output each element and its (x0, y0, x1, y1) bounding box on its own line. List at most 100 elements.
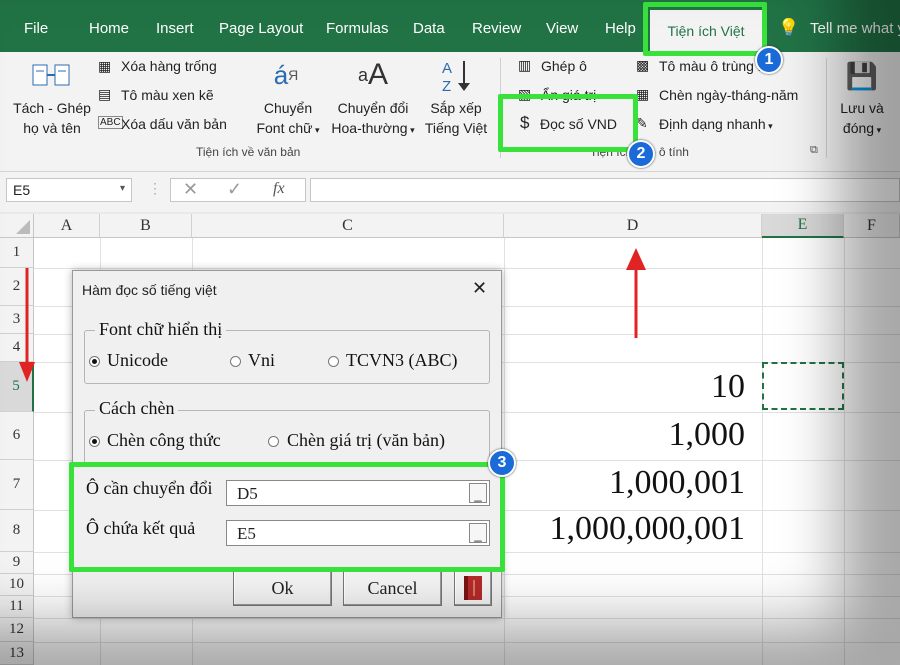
dinh-dang-button[interactable]: Định dạng nhanh ▾ (659, 116, 773, 132)
step-badge-1: 1 (755, 46, 783, 74)
insert-group-label: Cách chèn (95, 398, 179, 419)
chuyen-doi-button[interactable]: Chuyển đổi Hoa-thường ▾ (326, 98, 420, 140)
font-convert-icon: áЯ (273, 59, 299, 90)
radio-chen-gia-tri-label: Chèn giá trị (văn bản) (287, 430, 445, 450)
chuyen-font-label-1: Chuyển (263, 100, 313, 116)
radio-tcvn3-label: TCVN3 (ABC) (346, 350, 458, 370)
name-box-value: E5 (13, 182, 31, 198)
tach-ghep-button[interactable]: Tách - Ghép họ và tên (8, 98, 96, 138)
svg-text:Z: Z (442, 78, 451, 93)
sap-xep-label-1: Sắp xếp (430, 100, 482, 116)
name-box[interactable]: E5 ▾ (6, 178, 132, 202)
tab-formulas[interactable]: Formulas (326, 20, 389, 37)
close-icon[interactable]: ✕ (472, 278, 487, 299)
row-header[interactable]: 11 (0, 596, 34, 618)
table-icon: ▦ (98, 58, 112, 74)
sap-xep-button[interactable]: Sắp xếp Tiếng Việt (420, 98, 492, 138)
cancel-button[interactable]: Cancel (343, 570, 442, 606)
radio-tcvn3[interactable] (328, 356, 339, 367)
gridline (34, 642, 900, 643)
column-header-e[interactable]: E (762, 214, 844, 238)
row-header[interactable]: 8 (0, 510, 34, 552)
row-header[interactable]: 6 (0, 412, 34, 460)
case-convert-icon: aA (357, 58, 389, 91)
row-header[interactable]: 7 (0, 460, 34, 510)
drag-handle-icon[interactable]: ⋮ (148, 180, 162, 197)
xoa-dau-button[interactable]: Xóa dấu văn bản (121, 116, 227, 132)
chuyen-doi-label-1: Chuyển đổi (337, 100, 409, 116)
dropdown-arrow-icon: ▾ (874, 125, 882, 135)
cell-d5[interactable]: 10 (711, 368, 745, 406)
radio-unicode-label: Unicode (107, 350, 168, 370)
chuyen-font-button[interactable]: Chuyển Font chữ ▾ (250, 98, 326, 140)
column-header-b[interactable]: B (100, 214, 192, 238)
chuyen-font-label-2: Font chữ (256, 120, 313, 136)
dropdown-arrow-icon[interactable]: ▾ (120, 183, 125, 194)
tab-insert[interactable]: Insert (156, 20, 194, 37)
row-header[interactable]: 10 (0, 574, 34, 596)
row-header[interactable]: 9 (0, 552, 34, 574)
column-header-c[interactable]: C (192, 214, 504, 238)
lightbulb-icon: 💡 (778, 18, 800, 37)
ghep-o-button[interactable]: Ghép ô (541, 58, 587, 74)
chen-ngay-button[interactable]: Chèn ngày-tháng-năm (659, 87, 798, 103)
dialog-launcher-icon[interactable]: ⧉ (810, 144, 818, 157)
chuyen-doi-label-2: Hoa-thường (331, 120, 408, 136)
sap-xep-label-2: Tiếng Việt (424, 120, 488, 136)
luu-va-label-1: Lưu và (840, 100, 884, 116)
formula-buttons: ✕ ✓ fx (170, 178, 306, 202)
tab-view[interactable]: View (546, 20, 578, 37)
row-header[interactable]: 12 (0, 618, 34, 642)
formula-input[interactable] (310, 178, 900, 202)
svg-text:A: A (442, 60, 452, 77)
tell-me-search[interactable]: Tell me what y (810, 20, 900, 37)
step-badge-3: 3 (488, 449, 516, 477)
luu-va-dong-button[interactable]: Lưu và đóng ▾ (832, 98, 892, 140)
merge-icon: ▥ (518, 57, 532, 73)
select-all-corner[interactable] (0, 214, 34, 238)
highlight-inputs (69, 462, 505, 572)
abc-icon: ABC (98, 116, 123, 129)
fx-icon[interactable]: fx (273, 180, 285, 198)
tab-file[interactable]: File (24, 20, 48, 37)
highlight-doc-so (498, 94, 638, 152)
cell-e5-selected[interactable] (762, 362, 844, 410)
tab-home[interactable]: Home (89, 20, 129, 37)
radio-chen-cong-thuc[interactable] (89, 436, 100, 447)
dropdown-arrow-icon: ▾ (765, 121, 773, 131)
dropdown-arrow-icon: ▾ (312, 125, 320, 135)
radio-vni[interactable] (230, 356, 241, 367)
gridline (762, 238, 763, 665)
radio-vni-label: Vni (248, 350, 275, 370)
ok-button[interactable]: Ok (233, 570, 332, 606)
cell-d7[interactable]: 1,000,001 (609, 464, 745, 502)
red-arrow-up (626, 248, 646, 338)
cell-d6[interactable]: 1,000 (669, 416, 746, 454)
help-book-button[interactable] (454, 570, 492, 606)
highlight-tab (643, 2, 767, 56)
tab-data[interactable]: Data (413, 20, 445, 37)
row-header[interactable]: 13 (0, 642, 34, 665)
dropdown-arrow-icon: ▾ (407, 125, 415, 135)
dialog-title: Hàm đọc số tiếng việt (82, 282, 217, 298)
xoa-hang-trong-button[interactable]: Xóa hàng trống (121, 58, 217, 74)
column-header-f[interactable]: F (844, 214, 900, 238)
gridline (34, 268, 900, 269)
split-merge-icon (30, 60, 72, 92)
tab-page-layout[interactable]: Page Layout (219, 20, 303, 37)
gridline (34, 618, 900, 619)
tach-ghep-label-2: họ và tên (23, 120, 81, 136)
cell-d8[interactable]: 1,000,000,001 (550, 510, 746, 548)
save-close-icon: 💾 (845, 60, 879, 91)
to-mau-xen-ke-button[interactable]: Tô màu xen kẽ (121, 87, 214, 103)
column-header-a[interactable]: A (34, 214, 100, 238)
radio-chen-cong-thuc-label: Chèn công thức (107, 430, 221, 450)
luu-va-label-2: đóng (842, 120, 875, 136)
radio-chen-gia-tri[interactable] (268, 436, 279, 447)
column-header-d[interactable]: D (504, 214, 762, 238)
enter-icon[interactable]: ✓ (227, 179, 242, 200)
tab-review[interactable]: Review (472, 20, 521, 37)
cancel-icon[interactable]: ✕ (183, 179, 198, 200)
radio-unicode[interactable] (89, 356, 100, 367)
tab-help[interactable]: Help (605, 20, 636, 37)
